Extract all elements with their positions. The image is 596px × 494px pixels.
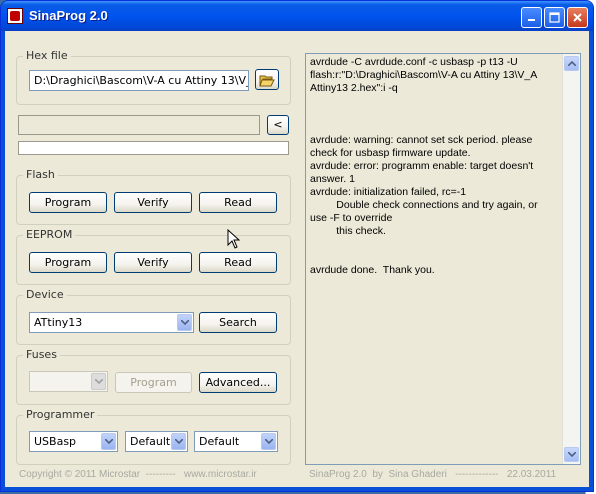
chevron-down-icon	[567, 452, 576, 457]
maximize-icon	[549, 12, 560, 23]
device-label: Device	[23, 288, 67, 301]
programmer-option1-select[interactable]: Default	[125, 431, 188, 452]
flash-label: Flash	[23, 168, 58, 181]
footer-credit: SinaProg 2.0 by Sina Ghaderi -----------…	[309, 469, 557, 480]
programmer-option1-value: Default	[130, 435, 171, 448]
device-dropdown-button[interactable]	[177, 314, 192, 331]
operation-progress-bar	[18, 141, 289, 155]
client-area: Hex file D:\Draghici\Bascom\V-A cu Attin…	[5, 31, 589, 487]
programmer-option2-dropdown-button[interactable]	[261, 433, 276, 450]
hexfile-label: Hex file	[23, 49, 71, 62]
device-selected-value: ATtiny13	[34, 316, 83, 329]
chevron-up-icon	[567, 61, 576, 66]
programmer-option1-dropdown-button[interactable]	[171, 433, 186, 450]
device-group: Device ATtiny13 Search	[16, 288, 291, 345]
hexfile-group: Hex file D:\Draghici\Bascom\V-A cu Attin…	[16, 49, 291, 105]
footer-copyright: Copyright © 2011 Microstar --------- www…	[19, 469, 257, 480]
eeprom-read-button[interactable]: Read	[199, 252, 277, 273]
programmer-label: Programmer	[23, 408, 98, 421]
close-button[interactable]	[567, 7, 588, 28]
status-progress-bar	[18, 115, 260, 135]
mouse-cursor-icon	[227, 229, 241, 249]
flash-group: Flash Program Verify Read	[16, 168, 291, 225]
open-folder-icon	[259, 75, 275, 87]
hexfile-path-input[interactable]: D:\Draghici\Bascom\V-A cu Attiny 13\V_A	[29, 70, 249, 91]
programmer-dropdown-button[interactable]	[101, 433, 116, 450]
device-search-button[interactable]: Search	[199, 312, 277, 333]
programmer-option2-select[interactable]: Default	[194, 431, 278, 452]
programmer-select[interactable]: USBasp	[29, 431, 118, 452]
minimize-button[interactable]	[521, 7, 542, 28]
eeprom-label: EEPROM	[23, 228, 76, 241]
programmer-selected-value: USBasp	[34, 435, 77, 448]
chevron-down-icon	[180, 320, 189, 325]
fuses-group: Fuses Program Advanced...	[16, 348, 291, 405]
chevron-down-icon	[174, 439, 183, 444]
flash-read-button[interactable]: Read	[199, 192, 277, 213]
log-output[interactable]: avrdude -C avrdude.conf -c usbasp -p t13…	[305, 53, 581, 465]
fuses-dropdown-button[interactable]	[91, 373, 106, 390]
fuses-label: Fuses	[23, 348, 60, 361]
eeprom-program-button[interactable]: Program	[29, 252, 107, 273]
fuses-advanced-button[interactable]: Advanced...	[199, 372, 277, 393]
browse-button[interactable]	[255, 69, 279, 90]
eeprom-verify-button[interactable]: Verify	[114, 252, 192, 273]
device-select[interactable]: ATtiny13	[29, 312, 194, 333]
flash-verify-button[interactable]: Verify	[114, 192, 192, 213]
title-bar[interactable]: SinaProg 2.0	[1, 1, 593, 31]
window-title: SinaProg 2.0	[29, 8, 108, 23]
close-icon	[573, 13, 582, 22]
flash-program-button[interactable]: Program	[29, 192, 107, 213]
programmer-group: Programmer USBasp Default Default	[16, 408, 291, 465]
app-icon[interactable]	[7, 8, 23, 24]
fuses-select[interactable]	[29, 371, 108, 392]
scroll-down-button[interactable]	[564, 447, 579, 462]
log-scrollbar[interactable]	[562, 54, 580, 464]
chevron-down-icon	[104, 439, 113, 444]
arrow-button[interactable]: <	[267, 115, 289, 135]
fuses-program-button[interactable]: Program	[115, 372, 192, 393]
chevron-down-icon	[94, 379, 103, 384]
scroll-up-button[interactable]	[564, 56, 579, 71]
log-text: avrdude -C avrdude.conf -c usbasp -p t13…	[310, 56, 538, 276]
eeprom-group: EEPROM Program Verify Read	[16, 228, 291, 285]
minimize-icon	[528, 19, 535, 21]
programmer-option2-value: Default	[199, 435, 240, 448]
chevron-down-icon	[264, 439, 273, 444]
app-window: SinaProg 2.0 Hex file D:\Draghici\Bascom…	[0, 0, 594, 492]
maximize-button[interactable]	[544, 7, 565, 28]
